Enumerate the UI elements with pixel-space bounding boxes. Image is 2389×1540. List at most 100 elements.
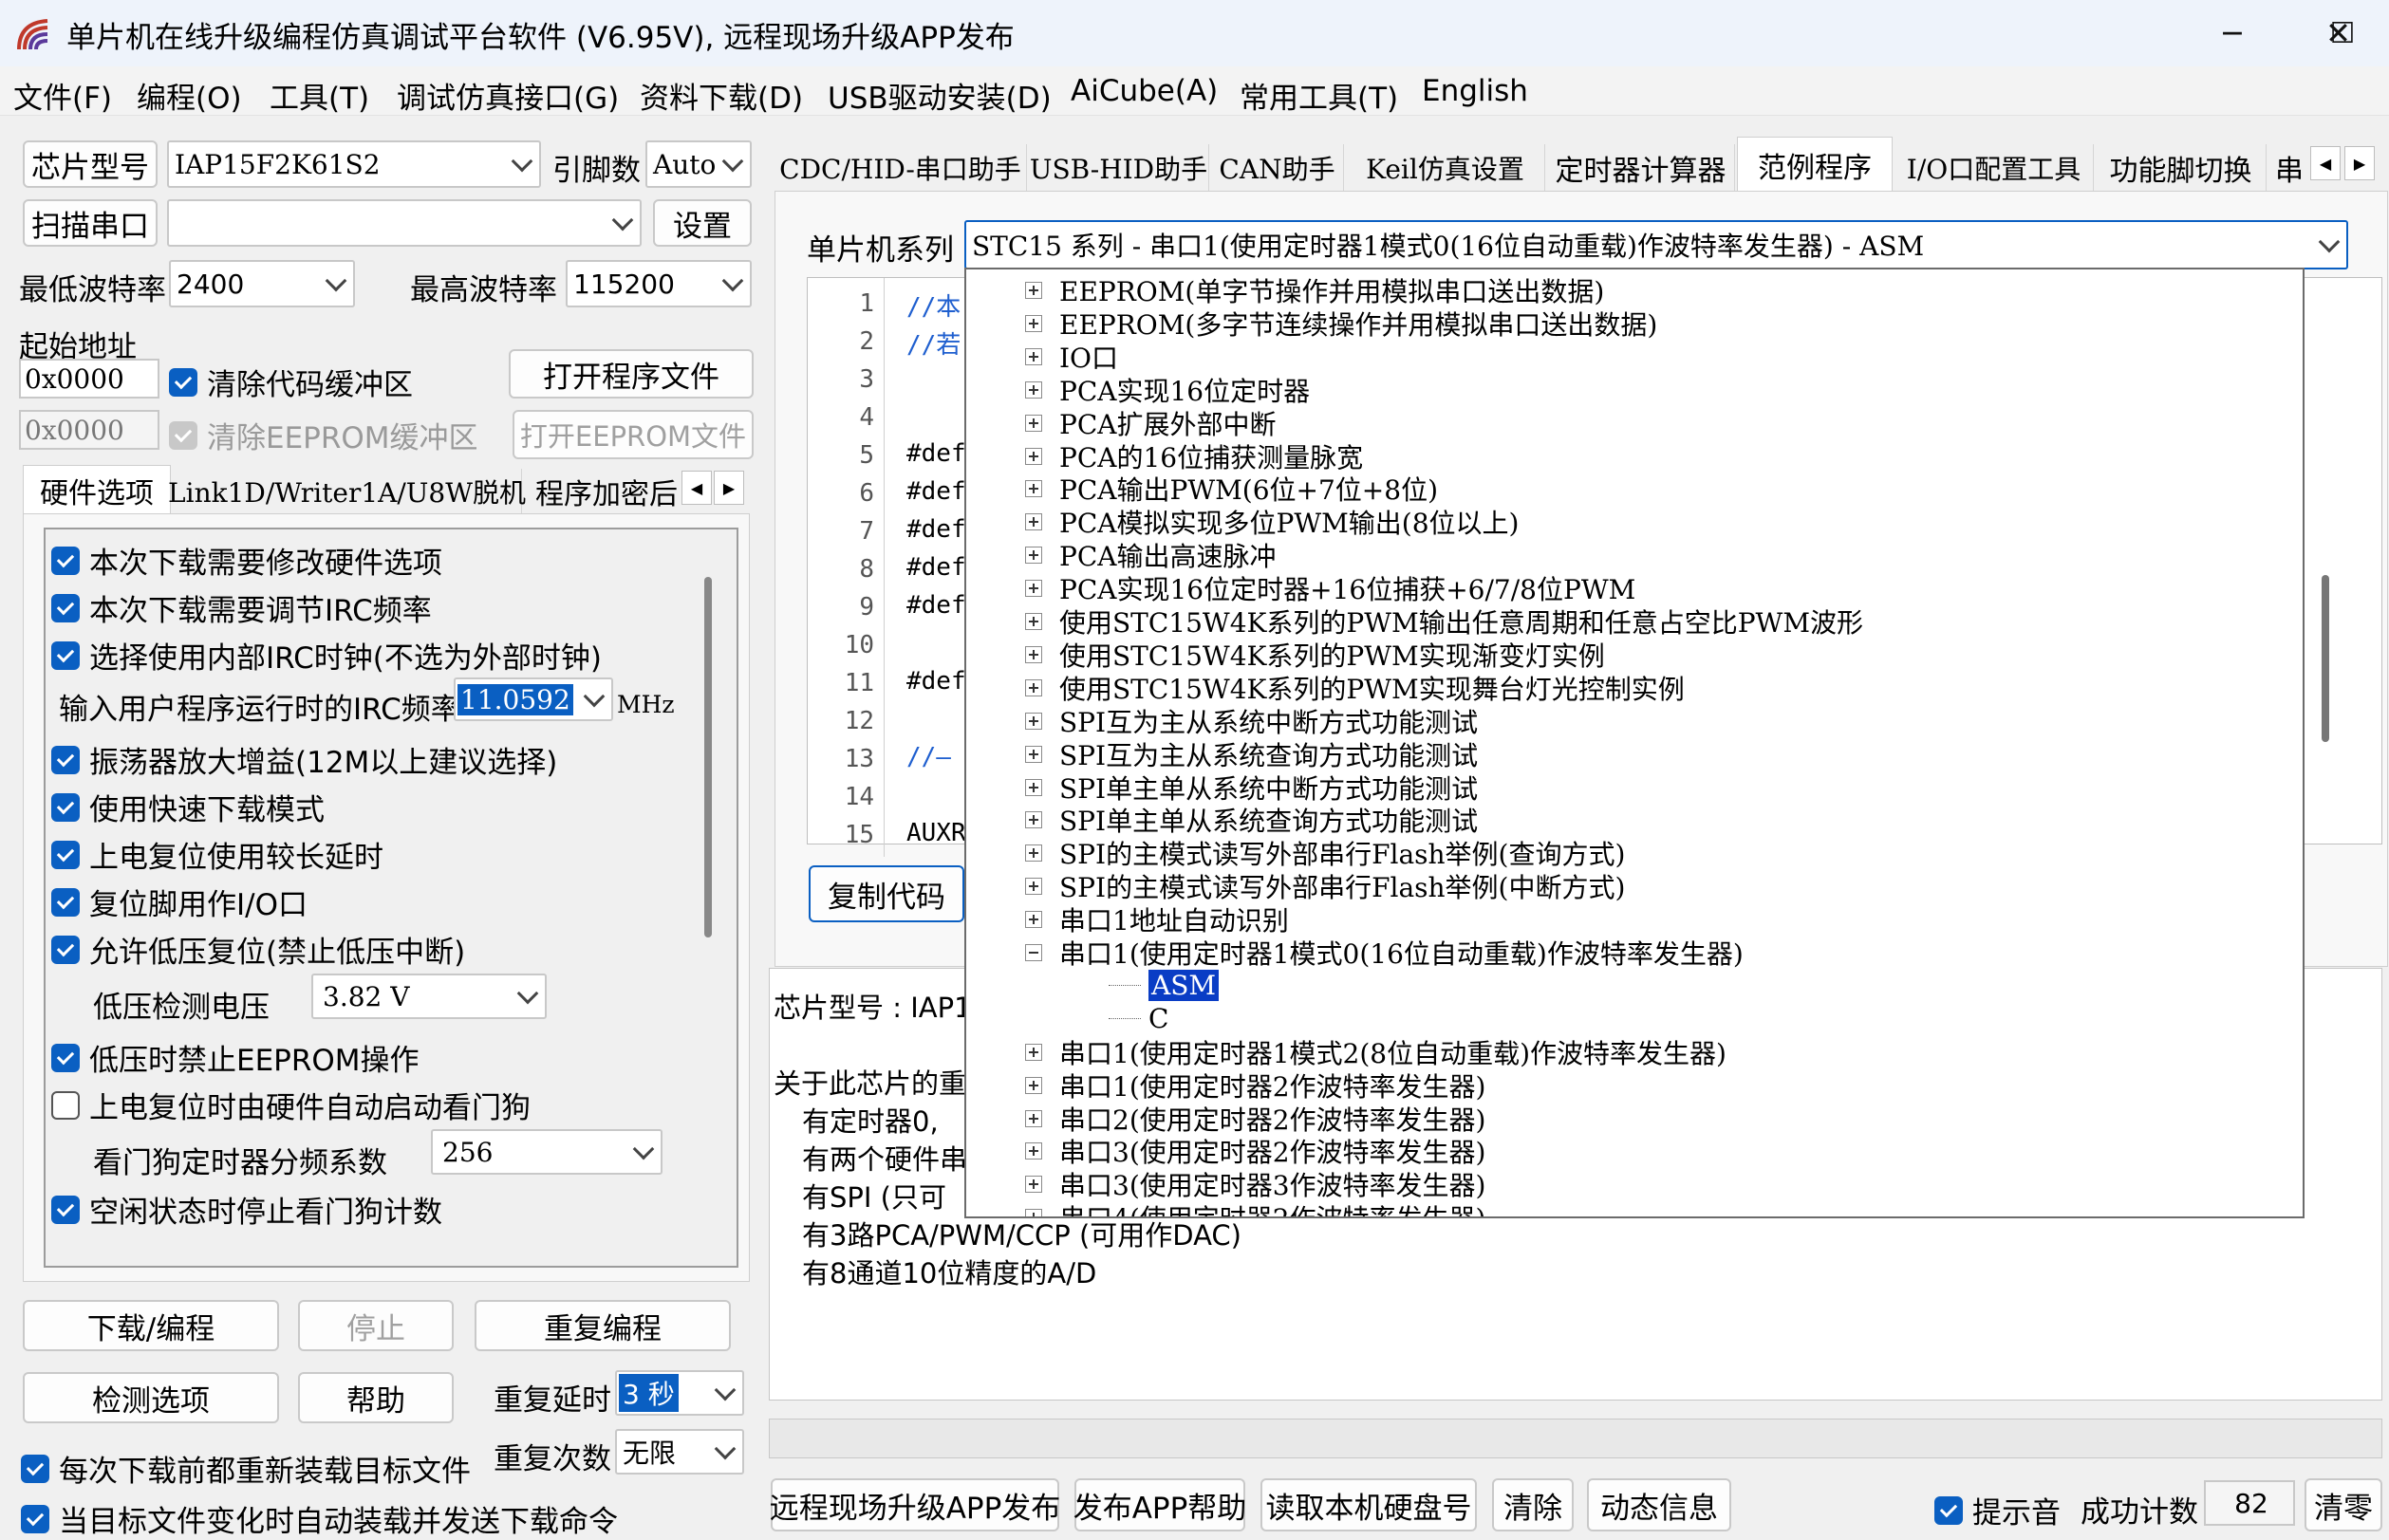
adjust-irc-checkbox[interactable]: 本次下载需要调节IRC频率	[51, 586, 432, 629]
expand-plus-icon[interactable]	[1025, 1043, 1042, 1061]
reset-pin-io-checkbox[interactable]: 复位脚用作I/O口	[51, 881, 308, 923]
reset-count-button[interactable]: 清零	[2305, 1478, 2382, 1531]
fast-download-checkbox[interactable]: 使用快速下载模式	[51, 786, 325, 828]
expand-plus-icon[interactable]	[1025, 281, 1042, 299]
tree-node[interactable]: PCA扩展外部中断	[1025, 406, 1277, 440]
tree-node[interactable]: 串口4(使用定时器2作波特率发生器)	[1025, 1200, 1485, 1216]
tab-scroll-left-icon[interactable]: ◀	[681, 471, 712, 505]
read-disk-id-button[interactable]: 读取本机硬盘号	[1260, 1478, 1477, 1531]
lvd-voltage-select[interactable]: 3.82 V	[311, 974, 547, 1019]
osc-gain-checkbox[interactable]: 振荡器放大增益(12M以上建议选择)	[51, 738, 557, 781]
expand-plus-icon[interactable]	[1025, 512, 1042, 530]
tree-node[interactable]: PCA输出PWM(6位+7位+8位)	[1025, 472, 1438, 506]
expand-plus-icon[interactable]	[1025, 1109, 1042, 1127]
menu-english[interactable]: English	[1422, 74, 1528, 108]
tab-example-programs[interactable]: 范例程序	[1737, 137, 1893, 192]
menu-debug-interface[interactable]: 调试仿真接口(G)	[397, 74, 619, 117]
settings-button[interactable]: 设置	[653, 199, 752, 247]
tree-node[interactable]: 串口1地址自动识别	[1025, 902, 1289, 937]
tree-node[interactable]: 串口3(使用定时器3作波特率发生器)	[1025, 1167, 1485, 1201]
auto-reload-checkbox[interactable]: 当目标文件变化时自动装载并发送下载命令	[21, 1497, 618, 1540]
expand-plus-icon[interactable]	[1025, 579, 1042, 597]
open-program-file-button[interactable]: 打开程序文件	[509, 349, 754, 399]
serial-port-select[interactable]	[167, 199, 642, 247]
internal-irc-checkbox[interactable]: 选择使用内部IRC时钟(不选为外部时钟)	[51, 634, 602, 677]
scan-port-button[interactable]: 扫描串口	[23, 199, 158, 247]
expand-plus-icon[interactable]	[1025, 1175, 1042, 1193]
tab-offline-writer[interactable]: Link1D/Writer1A/U8W脱机	[168, 469, 526, 514]
tree-node[interactable]: SPI互为主从系统中断方式功能测试	[1025, 704, 1478, 738]
reprogram-button[interactable]: 重复编程	[475, 1300, 731, 1351]
tab-cdc-hid-serial[interactable]: CDC/HID-串口助手	[775, 144, 1027, 192]
expand-plus-icon[interactable]	[1025, 314, 1042, 332]
tab-scroll-left-icon[interactable]: ◀	[2310, 146, 2341, 180]
tree-node[interactable]: PCA的16位捕获测量脉宽	[1025, 439, 1363, 473]
clear-button[interactable]: 清除	[1492, 1478, 1574, 1531]
tab-pin-switch[interactable]: 功能脚切换	[2096, 144, 2267, 192]
mcu-series-select[interactable]: STC15 系列 - 串口1(使用定时器1模式0(16位自动重载)作波特率发生器…	[964, 220, 2348, 269]
tree-node[interactable]: PCA模拟实现多位PWM输出(8位以上)	[1025, 505, 1519, 539]
auto-watchdog-checkbox[interactable]: 上电复位时由硬件自动启动看门狗	[51, 1084, 531, 1126]
tree-node[interactable]: 串口1(使用定时器1模式0(16位自动重载)作波特率发生器)	[1025, 936, 1744, 970]
tree-node[interactable]: 使用STC15W4K系列的PWM实现舞台灯光控制实例	[1025, 671, 1685, 705]
expand-plus-icon[interactable]	[1025, 844, 1042, 862]
tab-hardware-options[interactable]: 硬件选项	[23, 465, 171, 514]
expand-plus-icon[interactable]	[1025, 1076, 1042, 1094]
tab-io-config[interactable]: I/O口配置工具	[1894, 144, 2094, 192]
close-icon[interactable]: ✕	[2287, 0, 2389, 66]
repeat-delay-select[interactable]: 3 秒	[615, 1370, 744, 1416]
menu-usb-driver[interactable]: USB驱动安装(D)	[828, 74, 1052, 117]
expand-plus-icon[interactable]	[1025, 712, 1042, 730]
sound-checkbox[interactable]: 提示音	[1934, 1489, 2061, 1531]
remote-upgrade-button[interactable]: 远程现场升级APP发布	[770, 1478, 1060, 1531]
tree-node[interactable]: 串口2(使用定时器2作波特率发生器)	[1025, 1102, 1485, 1136]
download-program-button[interactable]: 下载/编程	[23, 1300, 279, 1351]
tree-node[interactable]: 串口1(使用定时器1模式2(8位自动重载)作波特率发生器)	[1025, 1035, 1726, 1069]
expand-plus-icon[interactable]	[1025, 612, 1042, 630]
copy-code-button[interactable]: 复制代码	[809, 865, 964, 922]
expand-plus-icon[interactable]	[1025, 479, 1042, 497]
tab-scroll-right-icon[interactable]: ▶	[2344, 146, 2375, 180]
tree-node[interactable]: 串口3(使用定时器2作波特率发生器)	[1025, 1134, 1485, 1168]
tab-can[interactable]: CAN助手	[1211, 144, 1344, 192]
chip-model-select[interactable]: IAP15F2K61S2	[167, 140, 541, 188]
menu-file[interactable]: 文件(F)	[13, 74, 112, 117]
tree-node[interactable]: SPI的主模式读写外部串行Flash举例(中断方式)	[1025, 869, 1625, 903]
hw-options-scrollbar[interactable]	[704, 577, 712, 937]
idle-stop-wdt-checkbox[interactable]: 空闲状态时停止看门狗计数	[51, 1188, 442, 1231]
wdt-prescaler-select[interactable]: 256	[431, 1129, 663, 1175]
menu-common-tools[interactable]: 常用工具(T)	[1240, 74, 1398, 117]
dynamic-info-button[interactable]: 动态信息	[1587, 1478, 1731, 1531]
expand-plus-icon[interactable]	[1025, 546, 1042, 564]
repeat-count-select[interactable]: 无限	[615, 1429, 744, 1475]
expand-plus-icon[interactable]	[1025, 778, 1042, 796]
low-voltage-reset-checkbox[interactable]: 允许低压复位(禁止低压中断)	[51, 928, 465, 971]
tab-scroll-right-icon[interactable]: ▶	[714, 471, 744, 505]
help-button[interactable]: 帮助	[298, 1372, 454, 1423]
menu-downloads[interactable]: 资料下载(D)	[640, 74, 803, 117]
menu-aicube[interactable]: AiCube(A)	[1071, 74, 1218, 108]
tree-node[interactable]: SPI的主模式读写外部串行Flash举例(查询方式)	[1025, 836, 1625, 870]
collapse-minus-icon[interactable]	[1025, 943, 1042, 961]
tree-node[interactable]: 串口1(使用定时器2作波特率发生器)	[1025, 1068, 1485, 1103]
start-address-input[interactable]: 0x0000	[19, 359, 159, 399]
tab-keil-sim[interactable]: Keil仿真设置	[1346, 144, 1545, 192]
tab-serial-more[interactable]: 串	[2268, 144, 2310, 192]
tree-leaf[interactable]: C	[1109, 1002, 1168, 1035]
max-baud-select[interactable]: 115200	[566, 260, 752, 307]
tree-node[interactable]: IO口	[1025, 340, 1118, 374]
expand-plus-icon[interactable]	[1025, 810, 1042, 828]
expand-plus-icon[interactable]	[1025, 414, 1042, 432]
pin-count-select[interactable]: Auto	[645, 140, 752, 188]
menu-tools[interactable]: 工具(T)	[270, 74, 369, 117]
tree-leaf[interactable]: ASM	[1109, 968, 1222, 1003]
tree-node[interactable]: 使用STC15W4K系列的PWM实现渐变灯实例	[1025, 638, 1605, 672]
tab-encryption[interactable]: 程序加密后	[524, 469, 681, 514]
lv-disable-eeprom-checkbox[interactable]: 低压时禁止EEPROM操作	[51, 1036, 420, 1079]
expand-plus-icon[interactable]	[1025, 877, 1042, 895]
irc-frequency-select[interactable]: 11.0592	[454, 677, 613, 721]
long-reset-delay-checkbox[interactable]: 上电复位使用较长延时	[51, 833, 383, 876]
menu-program[interactable]: 编程(O)	[137, 74, 242, 117]
minimize-button[interactable]: ─	[2177, 0, 2287, 66]
expand-plus-icon[interactable]	[1025, 910, 1042, 928]
